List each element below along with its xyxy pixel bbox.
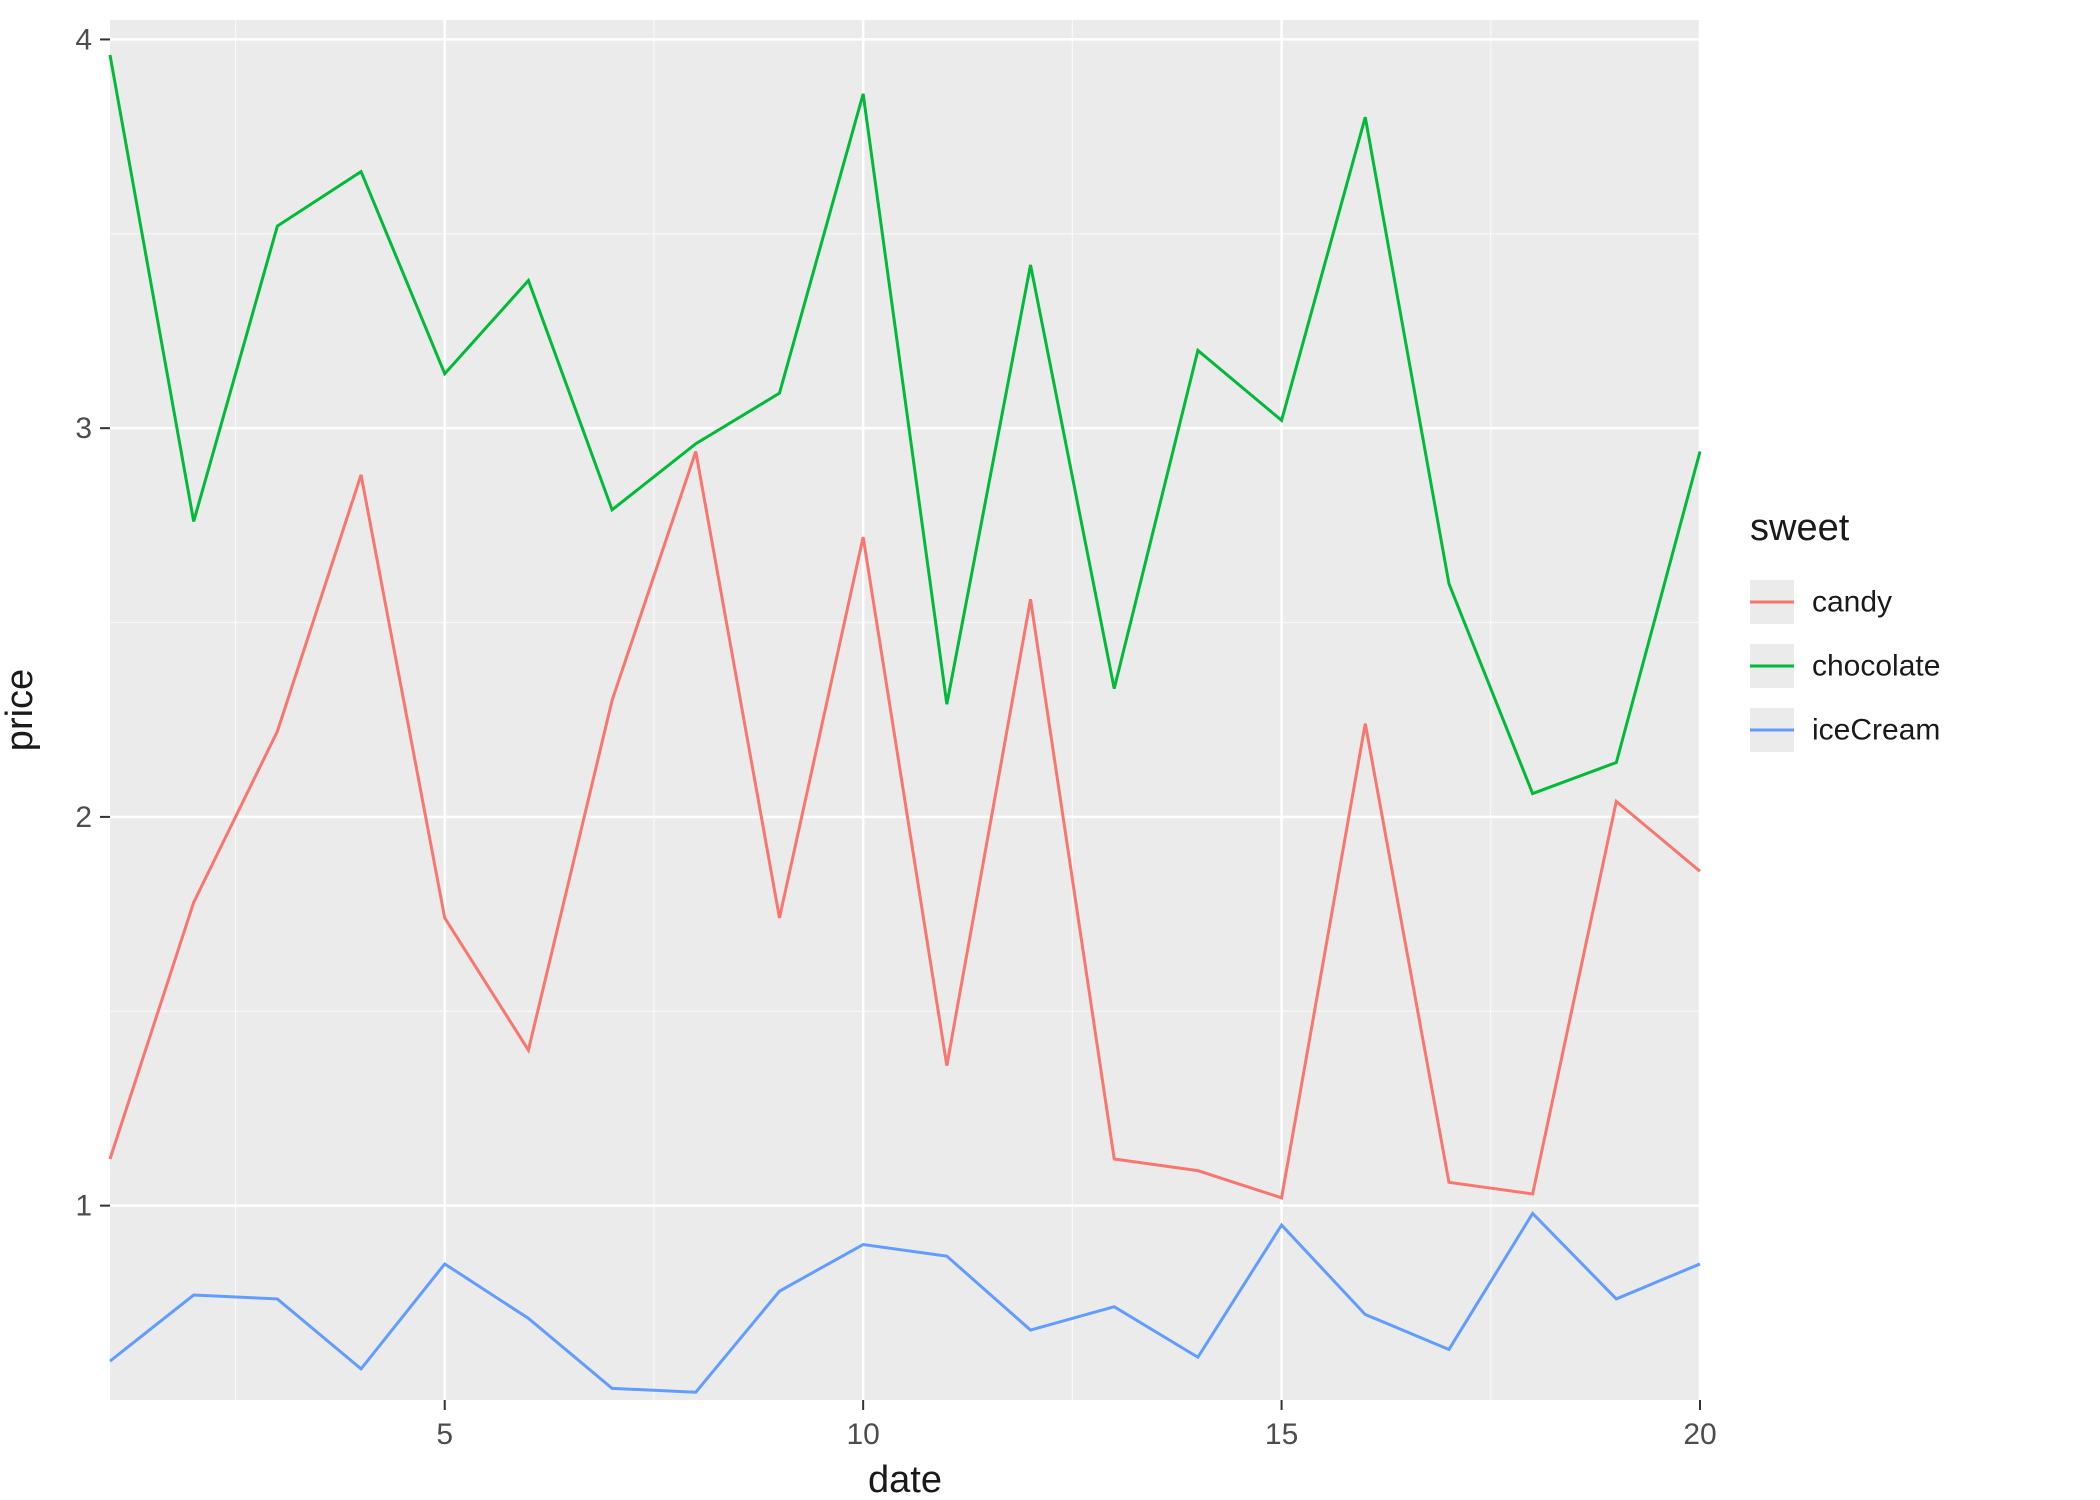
legend-title: sweet <box>1750 507 1850 549</box>
y-tick-label: 3 <box>75 412 92 445</box>
legend-label: chocolate <box>1812 650 1940 683</box>
x-tick-label: 20 <box>1683 1418 1716 1451</box>
legend-item-iceCream: iceCream <box>1750 708 1940 752</box>
chart-container: 5 10 15 20 1 2 3 4 date price sweet candy chocolate i… <box>0 0 2100 1500</box>
x-axis-title: date <box>868 1459 942 1500</box>
legend: sweet candy chocolate iceCream <box>1750 507 1940 752</box>
legend-item-candy: candy <box>1750 580 1892 624</box>
plot-panel <box>110 20 1700 1400</box>
legend-label: iceCream <box>1812 714 1940 747</box>
x-tick-label: 10 <box>846 1418 879 1451</box>
y-tick-label: 4 <box>75 23 92 56</box>
line-chart: 5 10 15 20 1 2 3 4 date price sweet candy chocolate i… <box>0 0 2100 1500</box>
legend-label: candy <box>1812 586 1892 619</box>
y-axis-title: price <box>0 669 41 751</box>
x-tick-label: 5 <box>436 1418 453 1451</box>
y-tick-label: 2 <box>75 801 92 834</box>
x-tick-label: 15 <box>1265 1418 1298 1451</box>
y-tick-label: 1 <box>75 1190 92 1223</box>
legend-item-chocolate: chocolate <box>1750 644 1940 688</box>
